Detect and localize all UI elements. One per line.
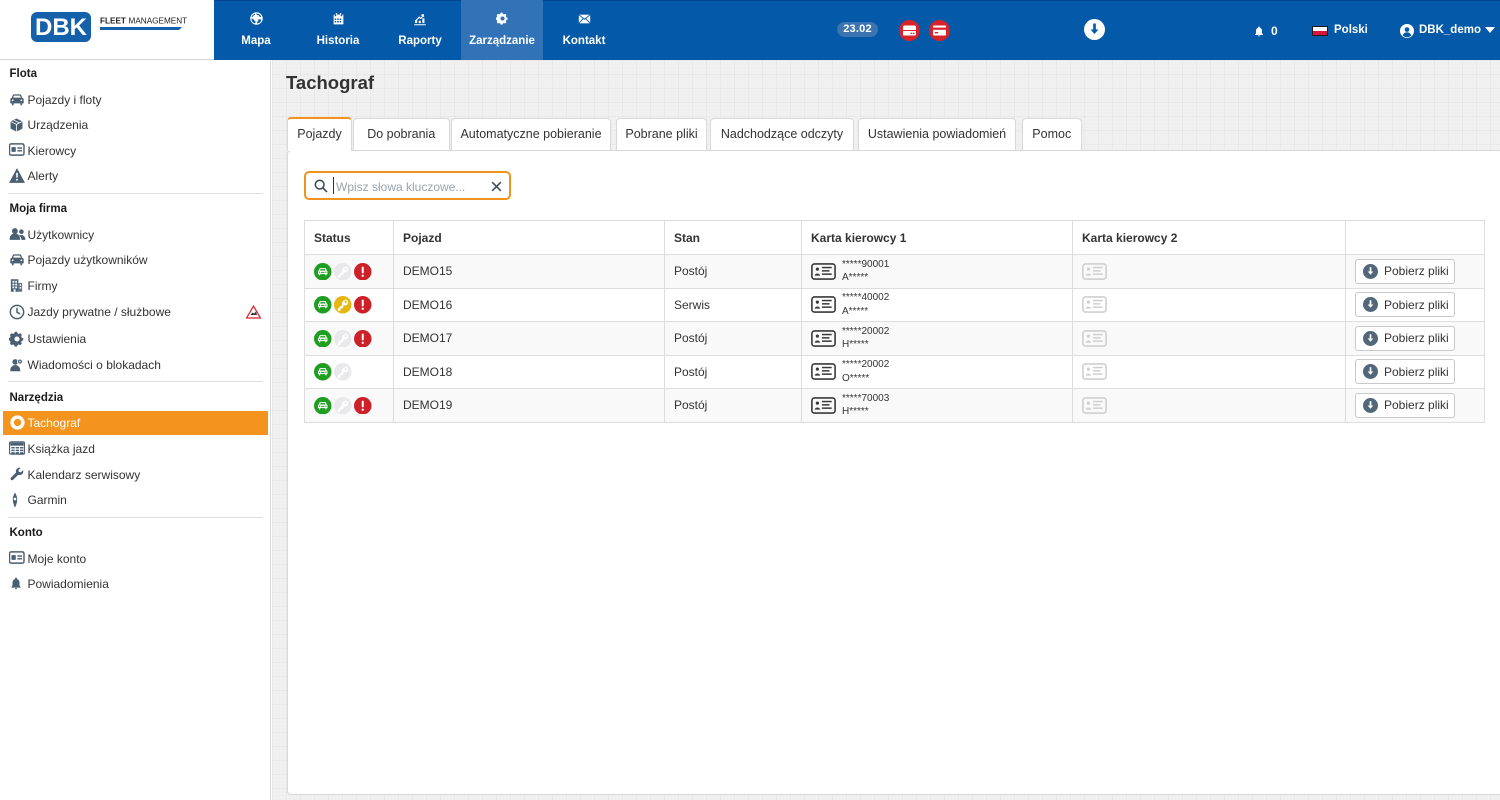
- svg-text:DBK: DBK: [35, 14, 88, 41]
- svg-text:FLEET: FLEET: [100, 17, 126, 26]
- svg-text:MANAGEMENT: MANAGEMENT: [129, 17, 188, 26]
